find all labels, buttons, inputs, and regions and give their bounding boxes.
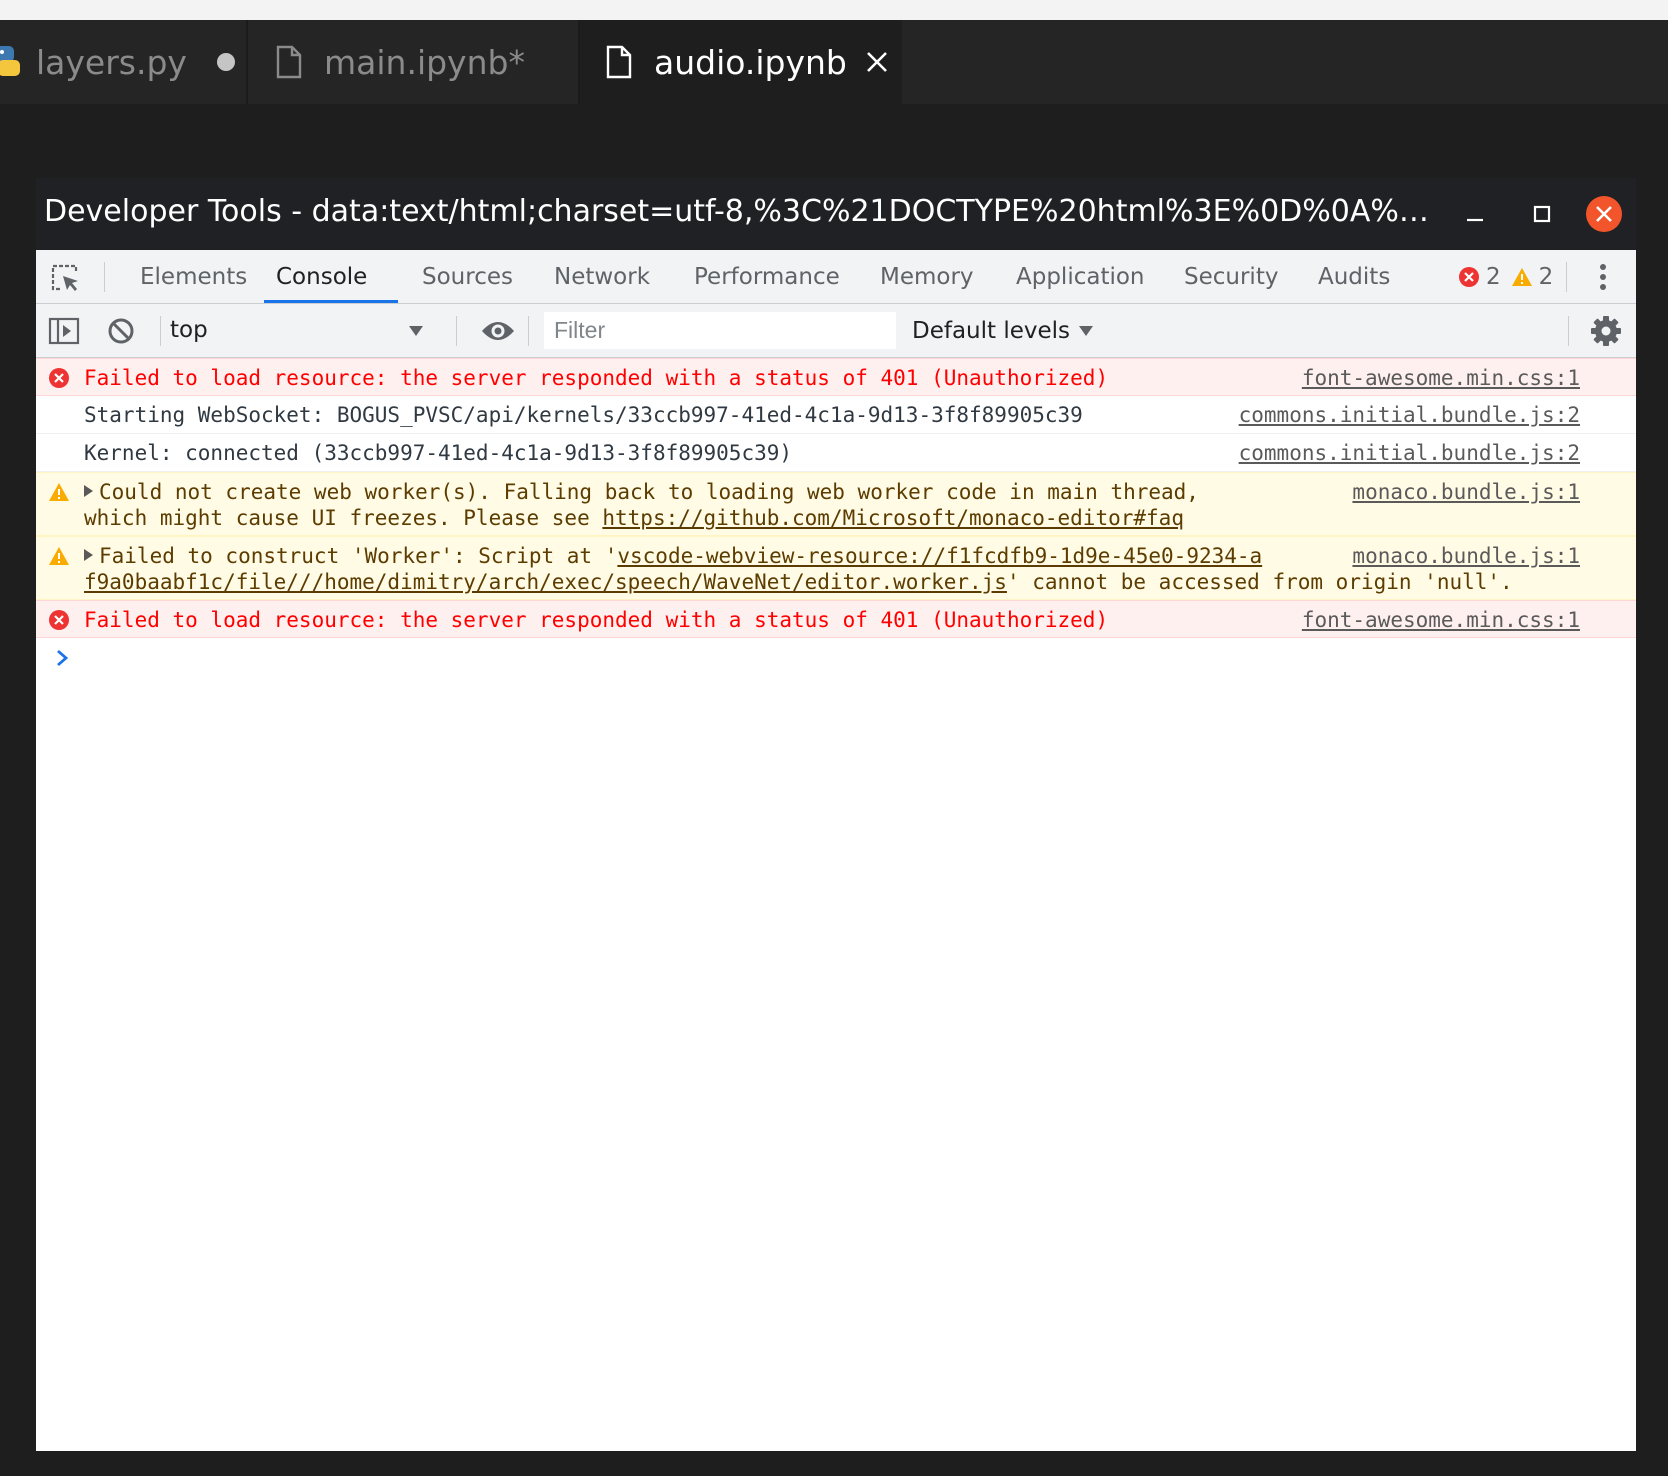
worker-script-link[interactable]: f9a0baabf1c/file///home/dimitry/arch/exe… <box>84 570 1007 594</box>
message-source-link[interactable]: monaco.bundle.js:1 <box>1352 479 1580 505</box>
python-icon <box>0 46 20 76</box>
message-source-link[interactable]: font-awesome.min.css:1 <box>1302 607 1580 633</box>
expand-triangle-icon[interactable] <box>84 549 93 561</box>
clear-icon <box>108 318 134 344</box>
message-source-link[interactable]: commons.initial.bundle.js:2 <box>1239 440 1580 466</box>
message-text: Kernel: connected (33ccb997-41ed-4c1a-9d… <box>84 441 793 465</box>
toolbar-divider <box>456 316 457 346</box>
context-selector-value: top <box>170 317 208 343</box>
chevron-down-icon <box>1079 326 1094 336</box>
error-icon <box>1459 267 1479 287</box>
error-icon <box>49 368 69 388</box>
devtools-window: Developer Tools - data:text/html;charset… <box>36 178 1636 1451</box>
message-text: Starting WebSocket: BOGUS_PVSC/api/kerne… <box>84 403 1083 427</box>
message-text: Failed to load resource: the server resp… <box>84 366 1109 390</box>
expand-triangle-icon[interactable] <box>84 485 93 497</box>
maximize-icon <box>1533 205 1551 223</box>
editor-tab-label: audio.ipynb <box>654 42 847 82</box>
editor-tab-bar: layers.py main.ipynb* audio.ipynb <box>0 20 1668 104</box>
clear-console-button[interactable] <box>106 316 136 350</box>
file-icon <box>606 45 632 79</box>
warning-icon <box>49 547 69 565</box>
worker-script-link[interactable]: vscode-webview-resource://f1fcdfb9-1d9e-… <box>617 544 1262 568</box>
show-sidebar-button[interactable] <box>48 316 80 350</box>
tab-performance[interactable]: Performance <box>694 250 840 303</box>
filter-input[interactable] <box>544 312 896 349</box>
issue-counter[interactable]: 2 2 <box>1458 264 1553 290</box>
editor-tab-main-ipynb[interactable]: main.ipynb* <box>248 20 578 104</box>
minimize-icon <box>1467 218 1483 222</box>
message-source-link[interactable]: font-awesome.min.css:1 <box>1302 365 1580 391</box>
console-prompt[interactable] <box>36 638 1636 678</box>
live-expression-button[interactable] <box>480 317 516 349</box>
console-message-log[interactable]: Kernel: connected (33ccb997-41ed-4c1a-9d… <box>36 434 1636 472</box>
message-text: Failed to load resource: the server resp… <box>84 608 1109 632</box>
warning-icon <box>49 483 69 501</box>
message-text: which might cause UI freezes. Please see <box>84 506 603 530</box>
console-message-warning[interactable]: Failed to construct 'Worker': Script at … <box>36 536 1636 600</box>
close-window-button[interactable] <box>1578 178 1630 250</box>
console-settings-button[interactable] <box>1590 315 1622 351</box>
window-top-strip <box>0 0 1668 20</box>
toolbar-divider <box>104 262 105 292</box>
tab-application[interactable]: Application <box>1016 250 1145 303</box>
toolbar-divider <box>1568 316 1569 346</box>
message-source-link[interactable]: commons.initial.bundle.js:2 <box>1239 402 1580 428</box>
kebab-menu-icon <box>1600 264 1606 290</box>
maximize-button[interactable] <box>1514 178 1570 250</box>
editor-tab-audio-ipynb[interactable]: audio.ipynb <box>580 20 902 104</box>
context-selector[interactable]: top <box>170 312 426 350</box>
eye-icon <box>482 322 514 340</box>
console-message-error[interactable]: Failed to load resource: the server resp… <box>36 600 1636 638</box>
log-levels-label: Default levels <box>912 318 1071 344</box>
toolbar-divider <box>1566 262 1567 292</box>
close-circle-icon <box>1586 196 1622 232</box>
inspect-element-button[interactable] <box>50 263 82 297</box>
more-options-button[interactable] <box>1598 262 1608 296</box>
devtools-title: Developer Tools - data:text/html;charset… <box>44 194 1444 229</box>
unsaved-dot-icon[interactable] <box>216 53 235 71</box>
log-levels-dropdown[interactable]: Default levels <box>912 312 1094 350</box>
prompt-chevron-icon <box>57 649 69 667</box>
message-source-link[interactable]: monaco.bundle.js:1 <box>1342 543 1580 569</box>
editor-tab-label: layers.py <box>36 42 187 82</box>
file-icon <box>276 45 302 79</box>
tab-sources[interactable]: Sources <box>422 250 513 303</box>
error-icon <box>49 610 69 630</box>
console-message-warning[interactable]: Could not create web worker(s). Falling … <box>36 472 1636 536</box>
message-text: Failed to construct 'Worker': Script at … <box>99 544 618 568</box>
warning-count: 2 <box>1538 264 1554 290</box>
active-tab-indicator <box>264 300 398 303</box>
tab-security[interactable]: Security <box>1184 250 1278 303</box>
minimize-button[interactable] <box>1450 178 1500 250</box>
console-toolbar: top Default levels <box>36 304 1636 358</box>
toolbar-divider <box>528 316 529 346</box>
tab-memory[interactable]: Memory <box>880 250 974 303</box>
tab-console[interactable]: Console <box>276 250 367 303</box>
chevron-down-icon <box>409 326 423 336</box>
console-message-log[interactable]: Starting WebSocket: BOGUS_PVSC/api/kerne… <box>36 396 1636 434</box>
tab-network[interactable]: Network <box>554 250 650 303</box>
editor-tab-label: main.ipynb* <box>324 42 525 82</box>
close-icon[interactable] <box>865 50 889 74</box>
tab-elements[interactable]: Elements <box>140 250 247 303</box>
console-messages: Failed to load resource: the server resp… <box>36 358 1636 678</box>
error-count: 2 <box>1486 264 1501 290</box>
message-text: ' cannot be accessed from origin 'null'. <box>1006 570 1513 594</box>
devtools-panel-tabs: Elements Console Sources Network Perform… <box>36 250 1636 304</box>
tab-audits[interactable]: Audits <box>1318 250 1390 303</box>
sidebar-toggle-icon <box>48 317 80 345</box>
devtools-titlebar[interactable]: Developer Tools - data:text/html;charset… <box>36 178 1636 250</box>
warning-icon <box>1511 268 1532 286</box>
console-message-error[interactable]: Failed to load resource: the server resp… <box>36 358 1636 396</box>
faq-link[interactable]: https://github.com/Microsoft/monaco-edit… <box>602 506 1184 530</box>
inspect-element-icon <box>51 264 78 291</box>
editor-tab-layers-py[interactable]: layers.py <box>0 20 246 104</box>
message-text: Could not create web worker(s). Falling … <box>99 480 1199 504</box>
gear-icon <box>1591 316 1621 346</box>
toolbar-divider <box>160 316 161 346</box>
